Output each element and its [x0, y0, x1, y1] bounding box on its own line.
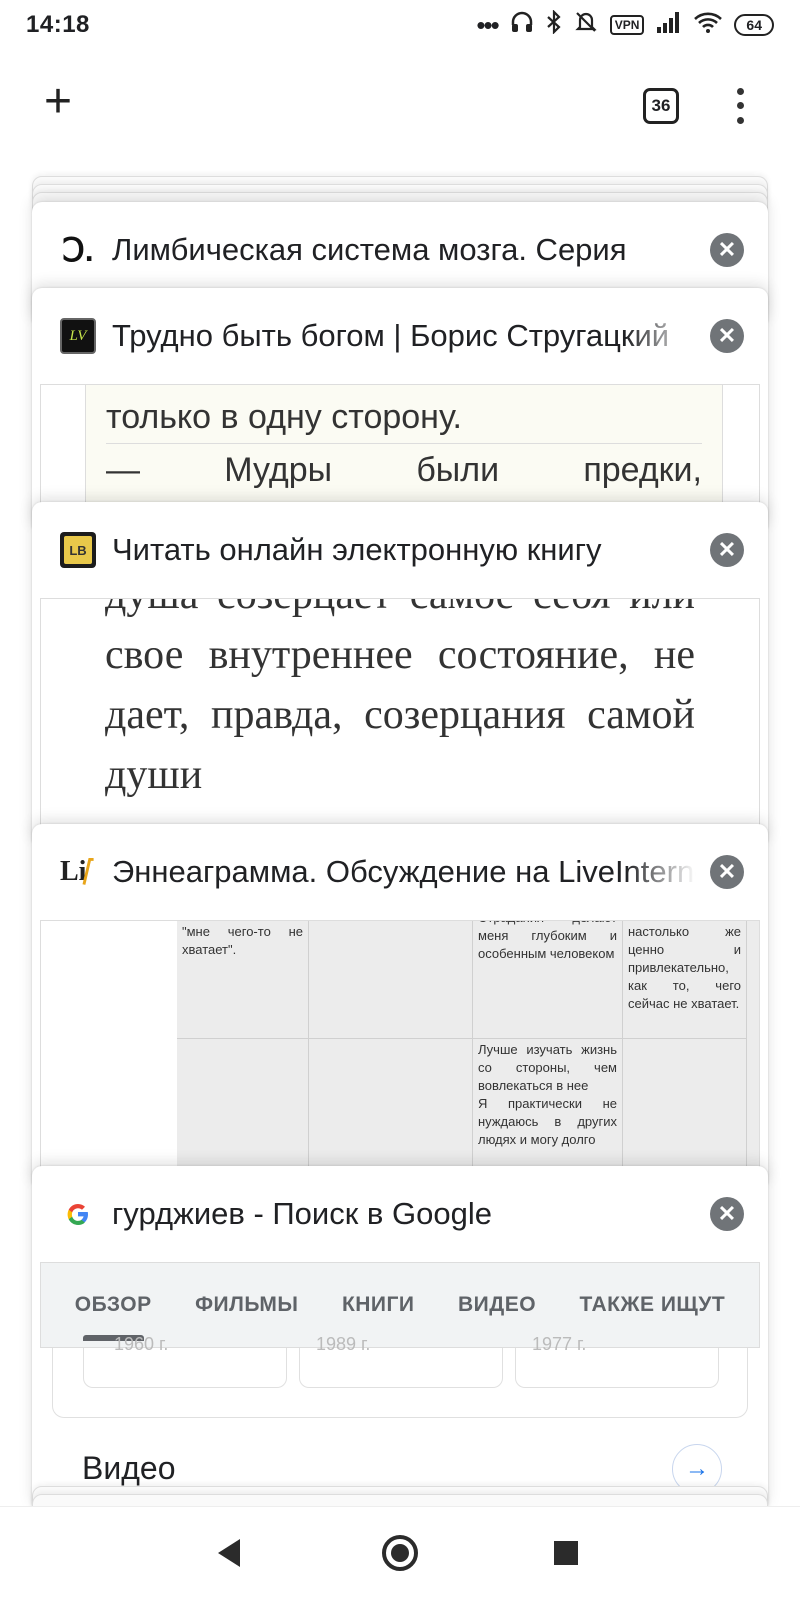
book-text: душа созерцает самое себя или свое внутр…	[105, 599, 695, 798]
tab-card[interactable]: гурджиев - Поиск в Google ✕ ОБЗОР ФИЛЬМЫ…	[32, 1166, 768, 1506]
tab-card[interactable]: LB Читать онлайн электронную книгу ✕ душ…	[32, 502, 768, 842]
tab-card-header: Ↄ. Лимбическая система мозга. Серия ✕	[32, 202, 768, 298]
preview-line: — Мудры были предки,	[106, 451, 702, 489]
google-card-year: 1989 г.	[316, 1334, 371, 1354]
close-tab-button[interactable]: ✕	[710, 233, 744, 267]
table-cell: великолепные	[623, 1039, 747, 1183]
preview-line: только в одну сторону.	[106, 398, 462, 436]
tab-title: Эннеаграмма. Обсуждение на LiveInternet	[112, 854, 696, 889]
back-icon[interactable]	[218, 1539, 240, 1567]
status-bar: 14:18 ••• VPN 64	[0, 0, 800, 50]
google-result-card: 1989 г.	[299, 1334, 503, 1388]
status-time: 14:18	[26, 11, 90, 38]
google-icon	[60, 1196, 96, 1232]
table-cell: настолько же ценно и привлекательно, как…	[623, 921, 747, 1039]
tab-preview: душа созерцает самое себя или свое внутр…	[40, 598, 760, 842]
google-result-box: 1960 г. 1989 г. 1977 г.	[52, 1334, 748, 1418]
tab-card-header: гурджиев - Поиск в Google ✕	[32, 1166, 768, 1262]
tab-preview: "мне чего-то не хватает". Страдания дела…	[40, 920, 760, 1184]
preview-table: "мне чего-то не хватает". Страдания дела…	[177, 921, 759, 1183]
google-result-card: 1977 г.	[515, 1334, 719, 1388]
vpn-icon: VPN	[609, 15, 645, 35]
google-tab-films: ФИЛЬМЫ	[195, 1293, 299, 1316]
google-result-card: 1960 г.	[83, 1334, 287, 1388]
litbook-favicon-label: LB	[64, 536, 92, 564]
google-tab-related: ТАКЖЕ ИЩУТ	[579, 1293, 726, 1316]
tab-card[interactable]: Li Эннеаграмма. Обсуждение на LiveIntern…	[32, 824, 768, 1184]
loveread-icon: LV	[60, 318, 96, 354]
signal-icon	[656, 11, 682, 39]
more-vert-icon[interactable]	[726, 84, 754, 128]
recents-icon[interactable]	[554, 1541, 578, 1565]
tab-title: Читать онлайн электронную книгу	[112, 532, 602, 567]
close-tab-button[interactable]: ✕	[710, 1197, 744, 1231]
liveinternet-icon: Li	[60, 854, 96, 890]
close-tab-button[interactable]: ✕	[710, 855, 744, 889]
battery-icon: 64	[734, 14, 774, 36]
google-tab-overview: ОБЗОР	[74, 1293, 152, 1341]
google-tab-books: КНИГИ	[341, 1293, 415, 1316]
close-tab-button[interactable]: ✕	[710, 319, 744, 353]
home-icon[interactable]	[382, 1535, 418, 1571]
table-cell: Лучше изучать жизнь со стороны, чем вовл…	[473, 1039, 623, 1183]
google-card-year: 1977 г.	[532, 1334, 587, 1354]
tab-title: гурджиев - Поиск в Google	[112, 1196, 492, 1231]
tab-count-button[interactable]: 36	[643, 88, 679, 124]
table-cell	[309, 1039, 473, 1183]
new-tab-button[interactable]: +	[36, 78, 80, 126]
headphones-icon	[510, 11, 534, 39]
table-cell: Страдания делают меня глубоким и особенн…	[473, 921, 623, 1039]
tab-card-header: LV Трудно быть богом | Борис Стругацкий …	[32, 288, 768, 384]
yandex-zen-icon: Ↄ.	[62, 232, 94, 268]
table-cell	[177, 1039, 309, 1183]
google-preview-content: 1960 г. 1989 г. 1977 г. Видео →	[40, 1334, 760, 1506]
table-cell	[309, 921, 473, 1039]
status-icons: ••• VPN 64	[476, 9, 774, 41]
tab-card-header: LB Читать онлайн электронную книгу ✕	[32, 502, 768, 598]
litbook-icon: LB	[60, 532, 96, 568]
tab-title: Лимбическая система мозга. Серия	[112, 232, 627, 267]
notification-dots-icon: •••	[476, 9, 499, 40]
google-card-year: 1960 г.	[114, 1334, 169, 1354]
tab-card[interactable]: LV Трудно быть богом | Борис Стругацкий …	[32, 288, 768, 528]
close-tab-button[interactable]: ✕	[710, 533, 744, 567]
google-video-heading: Видео	[82, 1450, 176, 1486]
wifi-icon	[694, 11, 723, 39]
bluetooth-icon	[546, 9, 562, 40]
tab-card-header: Li Эннеаграмма. Обсуждение на LiveIntern…	[32, 824, 768, 920]
mute-icon	[574, 10, 598, 40]
system-nav-bar	[0, 1506, 800, 1600]
table-cell: "мне чего-то не хватает".	[177, 921, 309, 1039]
tab-title: Трудно быть богом | Борис Стругацкий	[112, 318, 670, 353]
tab-switcher-toolbar: + 36	[0, 70, 800, 140]
google-tab-video: ВИДЕО	[457, 1293, 537, 1316]
loveread-favicon-label: LV	[69, 327, 87, 344]
